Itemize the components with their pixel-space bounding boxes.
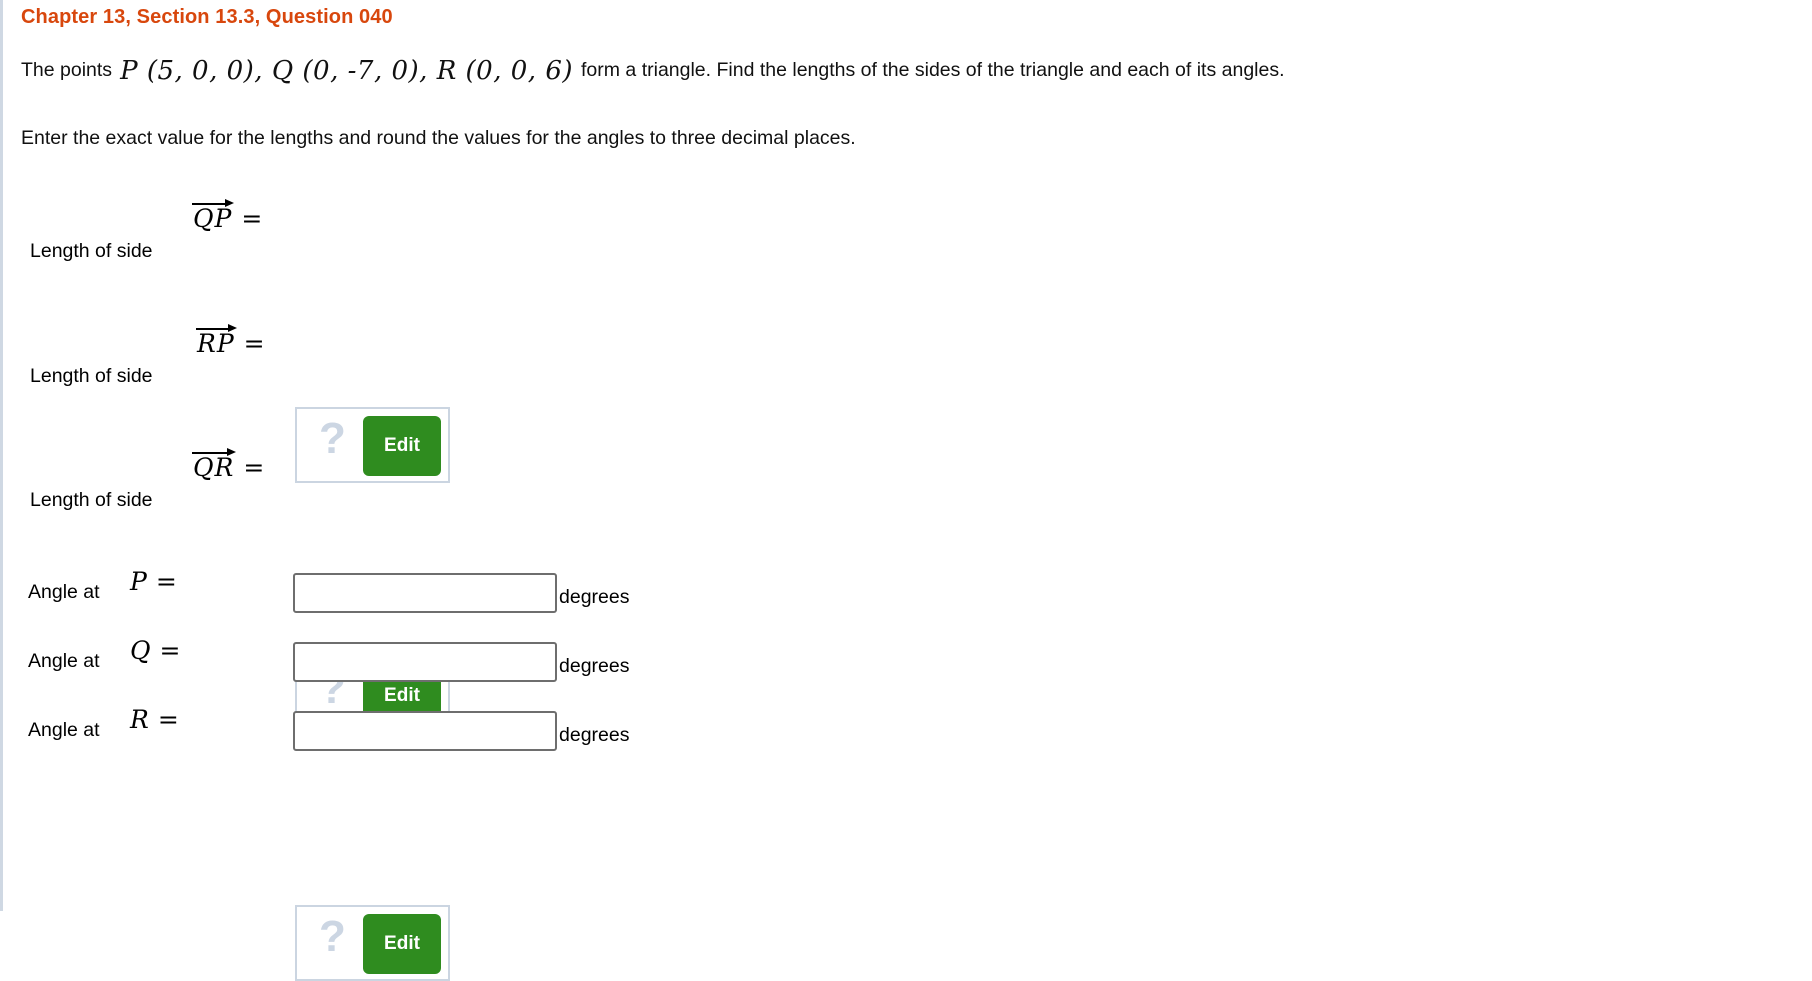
side-vector-qr: QR = <box>192 448 265 482</box>
vector-arrowhead-icon <box>227 448 237 456</box>
vector-arrowhead-icon <box>225 199 235 207</box>
equals-sign-qr: = <box>243 453 265 482</box>
angle-input-r[interactable] <box>293 711 557 751</box>
vector-bar-icon <box>192 203 229 205</box>
question-header: Chapter 13, Section 13.3, Question 040 <box>21 6 393 28</box>
vector-bar-icon <box>192 452 231 454</box>
angle-input-p[interactable] <box>293 573 557 613</box>
prompt-tail: form a triangle. Find the lengths of the… <box>581 59 1285 81</box>
vector-letters-rp: RP <box>197 329 235 358</box>
angle-input-q[interactable] <box>293 642 557 682</box>
points-math-expression: P (5, 0, 0), Q (0, -7, 0), R (0, 0, 6) <box>120 56 574 86</box>
vertex-letter-p: P <box>130 567 147 596</box>
angle-vertex-q: Q = <box>130 636 180 665</box>
question-pane: Chapter 13, Section 13.3, Question 040 T… <box>0 0 1812 981</box>
vector-arrow-rp: RP <box>196 324 237 358</box>
equals-sign-rp: = <box>243 329 265 358</box>
angle-label-q: Angle at <box>28 650 100 672</box>
edit-button-qp[interactable]: Edit <box>363 416 441 476</box>
vector-letters-qp: QP <box>193 204 233 233</box>
math-placeholder-icon: ? <box>319 912 346 961</box>
edit-button-qr[interactable]: Edit <box>363 914 441 974</box>
vertex-letter-r: R <box>130 705 149 734</box>
vector-arrow-qp: QP <box>192 199 235 233</box>
side-label-qp: Length of side <box>30 240 153 262</box>
side-label-rp: Length of side <box>30 365 153 387</box>
equals-sign-angle-p: = <box>155 567 177 596</box>
side-vector-rp: RP = <box>196 324 265 358</box>
equals-sign-qp: = <box>241 204 263 233</box>
math-placeholder-icon: ? <box>319 414 346 463</box>
vector-arrowhead-icon <box>227 324 237 332</box>
vector-bar-icon <box>196 328 231 330</box>
side-label-qr: Length of side <box>30 489 153 511</box>
angle-label-r: Angle at <box>28 719 100 741</box>
answer-instruction: Enter the exact value for the lengths an… <box>21 127 856 149</box>
math-input-qp[interactable]: ? Edit <box>295 407 450 483</box>
angle-unit-q: degrees <box>559 655 630 677</box>
equals-sign-angle-q: = <box>159 636 181 665</box>
angle-unit-p: degrees <box>559 586 630 608</box>
angle-label-p: Angle at <box>28 581 100 603</box>
math-input-qr[interactable]: ? Edit <box>295 905 450 981</box>
angle-unit-r: degrees <box>559 724 630 746</box>
prompt-lead: The points <box>21 59 113 81</box>
question-prompt: The points P (5, 0, 0), Q (0, -7, 0), R (… <box>21 56 1285 86</box>
angle-vertex-r: R = <box>130 705 179 734</box>
equals-sign-angle-r: = <box>157 705 179 734</box>
vector-arrow-qr: QR <box>192 448 237 482</box>
vector-letters-qr: QR <box>193 453 235 482</box>
angle-vertex-p: P = <box>130 567 177 596</box>
side-vector-qp: QP = <box>192 199 263 233</box>
vertex-letter-q: Q <box>130 636 151 665</box>
